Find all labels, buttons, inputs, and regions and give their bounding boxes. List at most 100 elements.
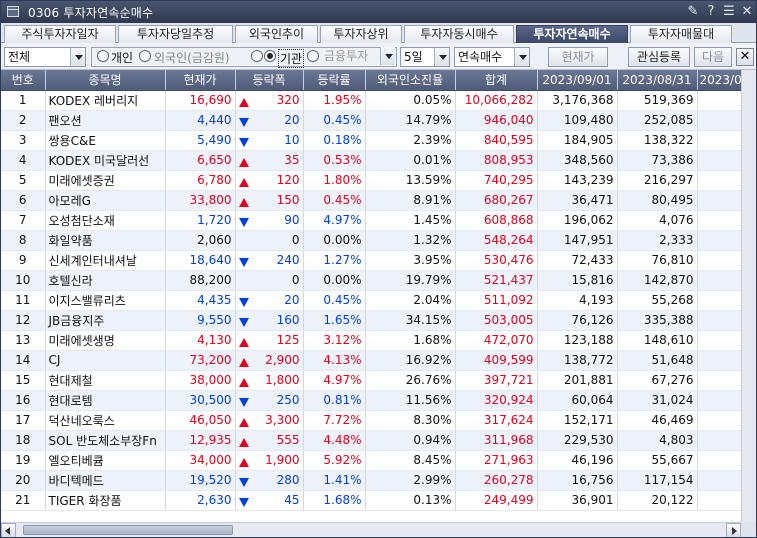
table-row[interactable]: 8 화일약품 2,060 0 0.00% 1.32% 548,264 147,951 2,333… — [1, 230, 741, 251]
radio-foreign[interactable] — [139, 50, 151, 62]
pin-icon[interactable]: ✎ — [685, 4, 701, 20]
cell-price-value: 4,440 — [197, 113, 232, 127]
col-foreign-ratio[interactable]: 외국인소진율 — [365, 70, 456, 91]
col-number[interactable]: 번호 — [1, 70, 46, 91]
close-panel-icon[interactable]: ✕ — [736, 48, 754, 66]
cell-date-2-value: 148,610 — [643, 333, 694, 347]
cell-price: 16,690 — [165, 90, 236, 111]
radio-institution-label[interactable]: 기관 — [278, 49, 305, 68]
col-rate[interactable]: 등락률 — [303, 70, 366, 91]
table-row[interactable]: 9 신세계인터내셔날 18,640 240 1.27% 3.95% 530,476 72,43… — [1, 250, 741, 271]
help-icon[interactable]: ? — [703, 4, 719, 20]
institution-type-select[interactable]: 금융투자 — [321, 47, 395, 67]
tab-investor-simultaneous-buy[interactable]: 투자자동시매수 — [404, 25, 514, 43]
col-total[interactable]: 합계 — [455, 70, 538, 91]
chevron-down-icon[interactable] — [70, 48, 85, 66]
cell-total-value: 740,295 — [483, 173, 534, 187]
cell-rate-value: 4.48% — [323, 433, 362, 447]
col-date-1[interactable]: 2023/09/01 — [537, 70, 618, 91]
cell-rate-value: 0.45% — [323, 293, 362, 307]
horizontal-scrollbar[interactable] — [1, 522, 741, 537]
cell-date-3: 9 — [697, 130, 741, 151]
cell-date-3: 7 — [697, 430, 741, 451]
table-row[interactable]: 16 현대로템 30,500 250 0.81% 11.56% 320,924 60,064 3… — [1, 390, 741, 411]
radio-individual[interactable] — [97, 50, 109, 62]
arrow-up-icon — [238, 438, 249, 447]
table-row[interactable]: 11 이지스밸류리츠 4,435 20 0.45% 2.04% 511,092 4,193 55… — [1, 290, 741, 311]
cell-change-value: 240 — [276, 253, 300, 267]
price-button[interactable]: 현재가 — [548, 47, 608, 67]
days-select[interactable]: 5일 — [400, 47, 450, 67]
cell-date-3: 8 — [697, 470, 741, 491]
cell-change: 160 — [235, 310, 304, 331]
arrow-up-icon — [238, 458, 249, 467]
table-row[interactable]: 13 미래에셋생명 4,130 125 3.12% 1.68% 472,070 123,188… — [1, 330, 741, 351]
tab-investor-top[interactable]: 투자자상위 — [320, 25, 402, 43]
col-name[interactable]: 종목명 — [45, 70, 166, 91]
table-row[interactable]: 1 KODEX 레버리지 16,690 320 1.95% 0.05% 10,066,282… — [1, 90, 741, 111]
vertical-scrollbar[interactable] — [741, 70, 756, 522]
cell-number: 20 — [1, 470, 46, 491]
col-price[interactable]: 현재가 — [165, 70, 236, 91]
table-row[interactable]: 12 JB금융지주 9,550 160 1.65% 34.15% 503,005 76,126… — [1, 310, 741, 331]
cell-foreign-ratio-value: 3.95% — [413, 253, 452, 267]
radio-foreign-arrow[interactable] — [251, 50, 263, 62]
cell-date-1: 15,816 — [537, 270, 618, 291]
table-row[interactable]: 5 미래에셋증권 6,780 120 1.80% 13.59% 740,295 143,239… — [1, 170, 741, 191]
chevron-down-icon[interactable] — [514, 48, 529, 66]
cell-price: 38,000 — [165, 370, 236, 391]
cell-date-2: 519,369 — [617, 90, 698, 111]
scroll-left-button[interactable] — [1, 523, 16, 537]
table-row[interactable]: 3 쌍용C&E 5,490 10 0.18% 2.39% 840,595 184,905 138… — [1, 130, 741, 151]
arrow-down-icon — [238, 498, 249, 507]
col-change[interactable]: 등락폭 — [235, 70, 304, 91]
cell-date-2: 55,268 — [617, 290, 698, 311]
table-row[interactable]: 21 TIGER 화장품 2,630 45 1.68% 0.13% 249,499 36,90… — [1, 490, 741, 511]
table-row[interactable]: 14 CJ 73,200 2,900 4.13% 16.92% 409,599 138,772… — [1, 350, 741, 371]
close-icon[interactable]: ✕ — [739, 4, 755, 20]
cell-date-3: 93 — [697, 90, 741, 111]
cell-price-value: 6,650 — [197, 153, 232, 167]
table-row[interactable]: 6 아모레G 33,800 150 0.45% 8.91% 680,267 36,471 80,… — [1, 190, 741, 211]
cell-name-value: KODEX 레버리지 — [48, 93, 139, 108]
table-row[interactable]: 10 호텔신라 88,200 0 0.00% 19.79% 521,437 15,816 142… — [1, 270, 741, 291]
table-row[interactable]: 7 오성첨단소재 1,720 90 4.97% 1.45% 608,868 196,062 4,… — [1, 210, 741, 231]
table-row[interactable]: 2 팬오션 4,440 20 0.45% 14.79% 946,040 109,480 252,… — [1, 110, 741, 131]
radio-institution[interactable] — [264, 50, 276, 62]
col-date-2[interactable]: 2023/08/31 — [617, 70, 698, 91]
cell-rate-value: 4.97% — [323, 373, 362, 387]
cell-name-value: 현대로템 — [48, 393, 93, 408]
radio-institution-type[interactable] — [307, 50, 319, 62]
menu-icon[interactable]: ☰ — [721, 4, 737, 20]
table-row[interactable]: 4 KODEX 미국달러선 6,650 35 0.53% 0.01% 808,953 348,… — [1, 150, 741, 171]
tab-investor-supply[interactable]: 투자자매물대 — [630, 25, 732, 43]
watchlist-add-button[interactable]: 관심등록 — [628, 47, 690, 67]
next-button[interactable]: 다음 — [694, 47, 732, 67]
table-row[interactable]: 18 SOL 반도체소부장Fn 12,935 555 4.48% 0.94% 311,968… — [1, 430, 741, 451]
table-row[interactable]: 20 바디텍메드 19,520 280 1.41% 2.99% 260,278 16,756 1… — [1, 470, 741, 491]
scroll-thumb[interactable] — [23, 525, 233, 535]
tab-foreign-trend[interactable]: 외국인추이 — [235, 25, 318, 43]
radio-individual-label[interactable]: 개인 — [111, 49, 133, 66]
tab-investor-today-estimate[interactable]: 투자자당일추정 — [118, 25, 233, 43]
cell-name-value: 호텔신라 — [48, 273, 93, 288]
cell-name-value: 현대제철 — [48, 373, 93, 388]
table-row[interactable]: 17 덕산네오룩스 46,050 3,300 7.72% 8.30% 317,624 152,… — [1, 410, 741, 431]
chevron-down-icon[interactable] — [380, 47, 395, 65]
market-select[interactable]: 전체 — [4, 47, 86, 67]
cell-name: 이지스밸류리츠 — [45, 290, 166, 311]
mode-select[interactable]: 연속매수 — [454, 47, 530, 67]
table-row[interactable]: 19 엘오티베큠 34,000 1,900 5.92% 8.45% 271,963 46,19… — [1, 450, 741, 471]
cell-date-2-value: 142,870 — [643, 273, 694, 287]
tab-investor-consecutive-buy[interactable]: 투자자연속매수 — [516, 25, 628, 43]
radio-foreign-label[interactable]: 외국인(금감원) — [154, 49, 250, 66]
col-date-3[interactable]: 2023/08 — [697, 70, 741, 91]
cell-number: 8 — [1, 230, 46, 251]
cell-change-value: 20 — [284, 113, 300, 127]
cell-rate: 1.95% — [303, 90, 366, 111]
tab-investor-daily[interactable]: 주식투자자일자 — [4, 25, 116, 43]
table-row[interactable]: 15 현대제철 38,000 1,800 4.97% 26.76% 397,721 201,8… — [1, 370, 741, 391]
cell-number-value: 19 — [15, 453, 31, 467]
chevron-down-icon[interactable] — [434, 48, 449, 66]
scroll-right-button[interactable] — [726, 523, 741, 537]
